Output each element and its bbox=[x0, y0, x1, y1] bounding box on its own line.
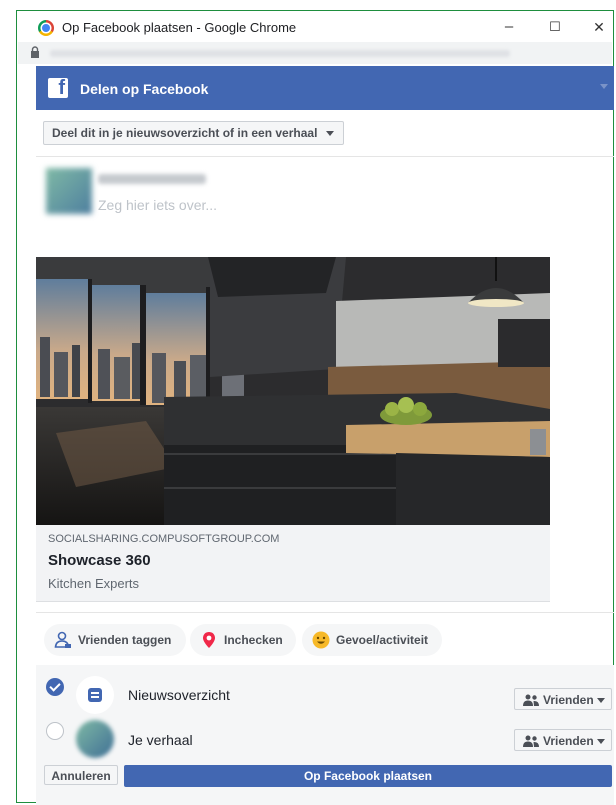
newsfeed-checkbox[interactable] bbox=[46, 678, 64, 696]
friends-icon bbox=[523, 694, 539, 706]
cancel-button[interactable]: Annuleren bbox=[44, 765, 118, 785]
facebook-logo-icon: f bbox=[48, 77, 68, 99]
link-domain: SOCIALSHARING.COMPUSOFTGROUP.COM bbox=[48, 533, 280, 545]
window-title: Op Facebook plaatsen - Google Chrome bbox=[62, 20, 297, 35]
dialog-title: Delen op Facebook bbox=[80, 81, 209, 97]
kitchen-preview-image bbox=[36, 257, 550, 525]
maximize-button[interactable]: ☐ bbox=[540, 16, 570, 38]
location-pin-icon bbox=[203, 632, 215, 648]
link-description: Kitchen Experts bbox=[48, 576, 140, 591]
story-avatar bbox=[76, 720, 114, 758]
chrome-logo-icon bbox=[38, 20, 54, 36]
link-preview-card[interactable]: SOCIALSHARING.COMPUSOFTGROUP.COM Showcas… bbox=[36, 257, 550, 602]
newsfeed-icon bbox=[76, 676, 114, 714]
newsfeed-privacy-label: Vrienden bbox=[543, 693, 594, 707]
newsfeed-label: Nieuwsoverzicht bbox=[128, 687, 230, 703]
divider bbox=[36, 156, 614, 157]
lock-icon bbox=[31, 46, 39, 58]
url-text-blurred bbox=[50, 50, 510, 57]
close-button[interactable]: ✕ bbox=[584, 16, 614, 38]
chevron-down-icon bbox=[597, 698, 605, 703]
link-title: Showcase 360 bbox=[48, 552, 151, 569]
user-avatar bbox=[46, 168, 92, 214]
story-checkbox[interactable] bbox=[46, 722, 64, 740]
friends-icon bbox=[523, 735, 539, 747]
feeling-activity-button[interactable]: Gevoel/activiteit bbox=[302, 624, 442, 656]
check-in-label: Inchecken bbox=[224, 633, 283, 647]
tag-friends-button[interactable]: Vrienden taggen bbox=[44, 624, 186, 656]
post-text-input[interactable]: Zeg hier iets over... bbox=[98, 197, 217, 213]
story-privacy-select[interactable]: Vrienden bbox=[514, 729, 612, 751]
chevron-down-icon bbox=[326, 131, 335, 136]
story-privacy-label: Vrienden bbox=[543, 734, 594, 748]
chevron-down-icon bbox=[597, 739, 605, 744]
minimize-button[interactable]: – bbox=[494, 16, 524, 38]
feeling-activity-label: Gevoel/activiteit bbox=[336, 633, 429, 647]
newsfeed-privacy-select[interactable]: Vrienden bbox=[514, 688, 612, 710]
check-in-button[interactable]: Inchecken bbox=[190, 624, 296, 656]
divider bbox=[36, 612, 614, 613]
share-destination-select[interactable]: Deel dit in je nieuwsoverzicht of in een… bbox=[43, 121, 345, 145]
tag-friends-label: Vrienden taggen bbox=[78, 633, 172, 647]
header-caret-icon bbox=[600, 84, 608, 89]
story-label: Je verhaal bbox=[128, 732, 193, 748]
tag-friends-icon bbox=[54, 631, 71, 648]
window-titlebar: Op Facebook plaatsen - Google Chrome – ☐… bbox=[18, 14, 612, 42]
address-bar[interactable] bbox=[18, 42, 612, 64]
share-destination-label: Deel dit in je nieuwsoverzicht of in een… bbox=[52, 126, 318, 140]
post-to-facebook-button[interactable]: Op Facebook plaatsen bbox=[124, 765, 612, 787]
user-name-blurred bbox=[98, 174, 206, 184]
smiley-icon bbox=[312, 631, 330, 649]
share-dialog-header: f Delen op Facebook bbox=[36, 66, 614, 110]
